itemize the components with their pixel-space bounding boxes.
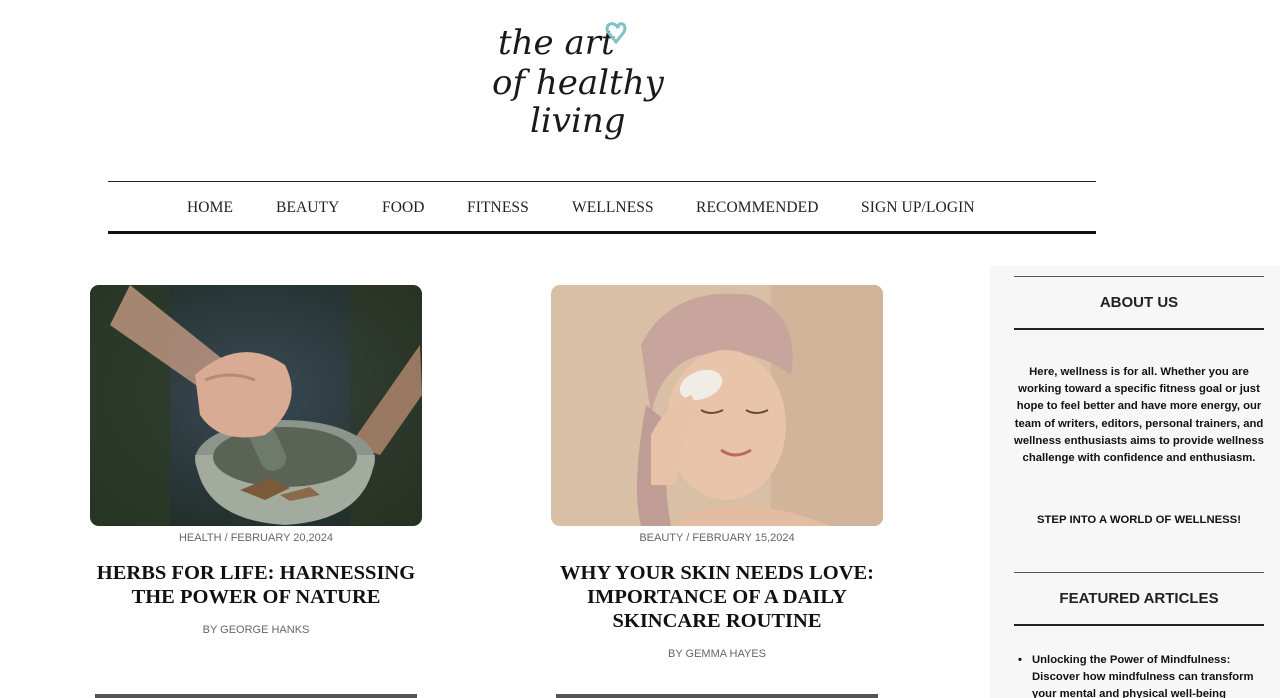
main-navigation: HOME BEAUTY FOOD FITNESS WELLNESS RECOMM… [108, 181, 1096, 234]
nav-fitness[interactable]: FITNESS [467, 199, 529, 217]
featured-articles-heading: FEATURED ARTICLES [1059, 590, 1219, 607]
logo-line-2: of healthy [492, 63, 664, 103]
article-2-meta: BEAUTY / FEBRUARY 15,2024 [639, 532, 795, 544]
article-2-byline: BY GEMMA HAYES [667, 648, 766, 660]
sidebar-divider [1014, 572, 1264, 573]
about-us-text: Here, wellness is for all. Whether you a… [1014, 366, 1264, 465]
nav-recommended[interactable]: RECOMMENDED [696, 199, 819, 217]
logo-artwork: the art of healthy living [492, 22, 665, 141]
skincare-illustration [551, 285, 883, 526]
site-logo[interactable]: the art of healthy living [478, 0, 665, 162]
article-2-image[interactable] [551, 285, 883, 526]
sidebar: ABOUT US Here, wellness is for all. Whet… [990, 266, 1280, 698]
sidebar-divider [1014, 624, 1264, 626]
sidebar-divider [1014, 328, 1264, 330]
nav-food[interactable]: FOOD [382, 199, 425, 217]
article-1-meta: HEALTH / FEBRUARY 20,2024 [178, 532, 334, 544]
mortar-pestle-illustration [90, 285, 422, 526]
article-3-image-edge [95, 694, 417, 698]
sidebar-divider [1014, 276, 1264, 277]
article-1-image[interactable] [90, 285, 422, 526]
featured-article-item[interactable]: Unlocking the Power of Mindfulness: Disc… [1018, 652, 1278, 698]
nav-sign-up-login[interactable]: SIGN UP/LOGIN [861, 199, 975, 217]
article-2-title[interactable]: WHY YOUR SKIN NEEDS LOVE: IMPORTANCE OF … [551, 561, 883, 633]
featured-articles-list: Unlocking the Power of Mindfulness: Disc… [1018, 652, 1278, 698]
article-1-byline: BY GEORGE HANKS [202, 624, 310, 636]
article-1-title[interactable]: HERBS FOR LIFE: HARNESSING THE POWER OF … [90, 561, 422, 609]
logo-line-1: the art [498, 23, 615, 63]
article-4-image-edge [556, 694, 878, 698]
nav-beauty[interactable]: BEAUTY [276, 199, 339, 217]
about-us-heading: ABOUT US [1099, 294, 1179, 311]
wellness-cta[interactable]: STEP INTO A WORLD OF WELLNESS! [1014, 514, 1264, 526]
nav-wellness[interactable]: WELLNESS [572, 199, 654, 217]
logo-line-3: living [530, 101, 626, 141]
nav-home[interactable]: HOME [187, 199, 233, 217]
